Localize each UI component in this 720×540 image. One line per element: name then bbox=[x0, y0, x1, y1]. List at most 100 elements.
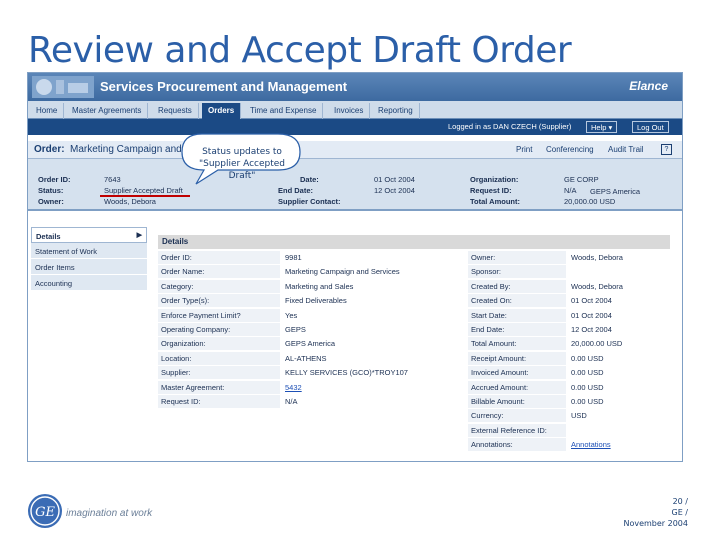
detail-right-label: Invoiced Amount: bbox=[468, 366, 566, 380]
summary-total-label: Total Amount: bbox=[470, 197, 520, 206]
summary-organization: GE CORP bbox=[564, 175, 599, 184]
detail-row: Invoiced Amount: 0.00 USD bbox=[158, 366, 670, 380]
detail-right-value: 01 Oct 2004 bbox=[571, 296, 612, 306]
summary-end-date: 12 Oct 2004 bbox=[374, 186, 415, 195]
detail-right-label: External Reference ID: bbox=[468, 423, 566, 437]
help-menu-button[interactable]: Help ▾ bbox=[586, 121, 618, 133]
summary-owner-label: Owner: bbox=[38, 197, 64, 206]
arrow-right-icon: ▶ bbox=[136, 232, 142, 239]
detail-right-label: Created By: bbox=[468, 279, 566, 293]
detail-right-value: Woods, Debora bbox=[571, 253, 623, 262]
detail-right-value: 0.00 USD bbox=[571, 368, 604, 378]
status-highlight-underline bbox=[100, 195, 190, 197]
summary-start-date: 01 Oct 2004 bbox=[374, 175, 415, 184]
nav-tab-time-and-expense[interactable]: Time and Expense bbox=[244, 103, 324, 119]
detail-right-value: 0.00 USD bbox=[571, 397, 604, 406]
detail-right-label: Accrued Amount: bbox=[468, 380, 566, 394]
order-summary: Order ID: 7643 Status: Supplier Accepted… bbox=[28, 159, 682, 211]
sidebar-item-label: Details bbox=[36, 232, 61, 241]
brand-bar: Services Procurement and Management Elan… bbox=[28, 73, 682, 101]
vendor-logo: Elance bbox=[629, 79, 668, 93]
detail-right-label: Annotations: bbox=[468, 438, 566, 452]
detail-row: Billable Amount: 0.00 USD bbox=[158, 395, 670, 408]
detail-right-label: Start Date: bbox=[468, 308, 566, 322]
detail-row: Total Amount: 20,000.00 USD bbox=[158, 337, 670, 351]
summary-end-date-label: End Date: bbox=[278, 186, 314, 195]
chevron-down-icon: ▾ bbox=[608, 123, 613, 132]
detail-right-label: End Date: bbox=[468, 323, 566, 336]
detail-right-value: 12 Oct 2004 bbox=[571, 325, 612, 334]
detail-row: Created On: 01 Oct 2004 bbox=[158, 294, 670, 308]
ge-logo-icon: GE bbox=[28, 494, 62, 528]
detail-right-value: Woods, Debora bbox=[571, 281, 623, 291]
summary-request-org: GEPS America bbox=[590, 187, 641, 196]
detail-right-value: 0.00 USD bbox=[571, 382, 604, 392]
nav-tab-invoices[interactable]: Invoices bbox=[328, 103, 371, 119]
detail-row: Receipt Amount: 0.00 USD bbox=[158, 351, 670, 365]
app-logo-icon bbox=[32, 76, 94, 98]
details-header: Details bbox=[158, 235, 670, 249]
app-window: Services Procurement and Management Elan… bbox=[27, 72, 683, 462]
order-name: Marketing Campaign and bbox=[70, 144, 182, 155]
detail-right-label: Billable Amount: bbox=[468, 395, 566, 408]
nav-tab-master-agreements[interactable]: Master Agreements bbox=[66, 103, 149, 119]
detail-row: Accrued Amount: 0.00 USD bbox=[158, 380, 670, 394]
audit-trail-link[interactable]: Audit Trail bbox=[608, 145, 644, 154]
app-title: Services Procurement and Management bbox=[100, 79, 348, 94]
detail-row: Annotations: Annotations bbox=[158, 438, 670, 452]
main-nav: Home Master Agreements Requests Orders T… bbox=[28, 101, 682, 119]
print-link[interactable]: Print bbox=[516, 145, 532, 154]
detail-right-label: Total Amount: bbox=[468, 337, 566, 351]
detail-row: External Reference ID: bbox=[158, 423, 670, 437]
detail-row: Start Date: 01 Oct 2004 bbox=[158, 308, 670, 322]
summary-status: Supplier Accepted Draft bbox=[104, 186, 183, 195]
sidebar-item-details[interactable]: Details ▶ bbox=[31, 227, 147, 243]
summary-request-id: N/A bbox=[564, 186, 577, 195]
svg-text:GE: GE bbox=[35, 505, 55, 520]
nav-tab-orders[interactable]: Orders bbox=[202, 103, 242, 119]
annotation-callout: Status updates to "Supplier Accepted Dra… bbox=[172, 130, 310, 186]
detail-right-link[interactable]: Annotations bbox=[568, 438, 668, 451]
logout-button[interactable]: Log Out bbox=[632, 121, 669, 133]
summary-total: 20,000.00 USD bbox=[564, 197, 616, 206]
summary-status-label: Status: bbox=[38, 186, 64, 195]
nav-tab-requests[interactable]: Requests bbox=[152, 103, 199, 119]
sidebar-item-accounting[interactable]: Accounting bbox=[31, 275, 147, 291]
sidebar: Details ▶ Statement of Work Order Items A… bbox=[31, 227, 147, 291]
sidebar-item-order-items[interactable]: Order Items bbox=[31, 259, 147, 275]
help-label: Help bbox=[591, 123, 607, 132]
detail-row: Created By: Woods, Debora bbox=[158, 279, 670, 293]
order-header: Order: Marketing Campaign and Print Conf… bbox=[28, 141, 682, 159]
detail-right-value: 01 Oct 2004 bbox=[571, 310, 612, 320]
detail-row: Owner: Woods, Debora bbox=[158, 251, 670, 264]
summary-organization-label: Organization: bbox=[470, 175, 519, 184]
detail-row: Currency: USD bbox=[158, 409, 670, 423]
order-label: Order: bbox=[34, 144, 65, 155]
nav-tab-home[interactable]: Home bbox=[30, 103, 65, 119]
detail-right-value: USD bbox=[571, 411, 587, 421]
footer-company: GE / bbox=[671, 508, 689, 517]
user-bar: Logged in as DAN CZECH (Supplier) Help ▾… bbox=[28, 119, 682, 135]
slide-footer: 20 / GE / November 2004 bbox=[623, 496, 688, 529]
nav-tab-reporting[interactable]: Reporting bbox=[372, 103, 420, 119]
summary-request-id-label: Request ID: bbox=[470, 186, 512, 195]
summary-order-id: 7643 bbox=[104, 175, 121, 184]
detail-right-label: Created On: bbox=[468, 294, 566, 308]
callout-text: Status updates to "Supplier Accepted Dra… bbox=[198, 147, 285, 181]
conferencing-link[interactable]: Conferencing bbox=[546, 145, 594, 154]
detail-row: End Date: 12 Oct 2004 bbox=[158, 323, 670, 336]
detail-right-value: 0.00 USD bbox=[571, 353, 604, 363]
detail-right-label: Receipt Amount: bbox=[468, 351, 566, 365]
help-icon[interactable]: ? bbox=[661, 144, 672, 155]
logged-in-text: Logged in as DAN CZECH (Supplier) bbox=[448, 122, 572, 131]
detail-right-value: 20,000.00 USD bbox=[571, 339, 623, 349]
details-panel: Details Order ID: 9981 Order Name: Marketin… bbox=[158, 235, 670, 457]
slide-title: Review and Accept Draft Order bbox=[28, 30, 572, 71]
detail-right-value bbox=[568, 424, 668, 437]
sidebar-item-statement-of-work[interactable]: Statement of Work bbox=[31, 243, 147, 259]
footer-page: 20 / bbox=[672, 497, 688, 506]
detail-right-label: Owner: bbox=[468, 251, 566, 264]
detail-row: Sponsor: bbox=[158, 265, 670, 279]
summary-supplier-contact-label: Supplier Contact: bbox=[278, 197, 341, 206]
tagline: imagination at work bbox=[66, 508, 153, 519]
